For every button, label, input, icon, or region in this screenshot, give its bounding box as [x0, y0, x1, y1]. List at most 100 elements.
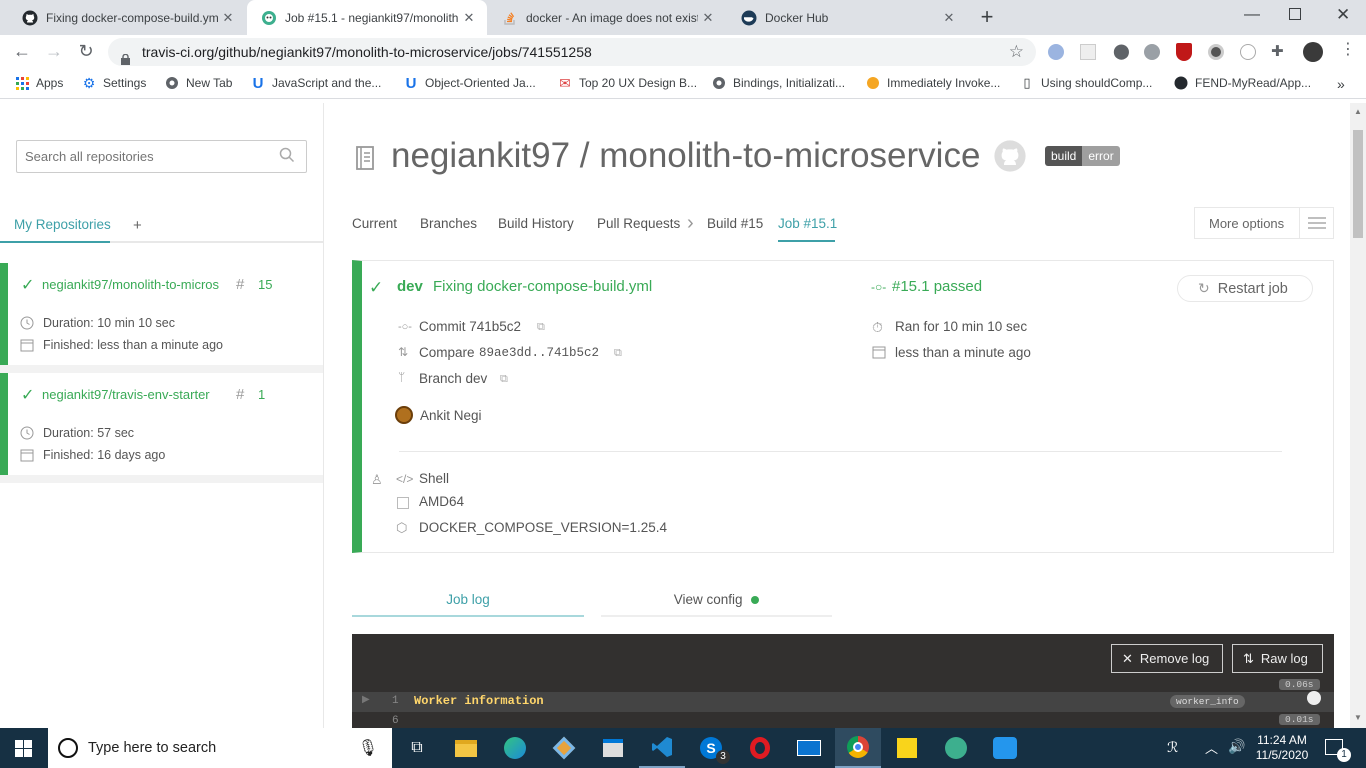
file-explorer-icon[interactable] — [443, 728, 489, 768]
opera-icon[interactable] — [737, 728, 783, 768]
extension-icon[interactable] — [1048, 44, 1064, 60]
external-link-icon[interactable]: ⧉ — [614, 347, 622, 360]
search-repositories-input[interactable] — [16, 140, 307, 173]
scroll-to-top-icon[interactable] — [1307, 691, 1321, 705]
repository-name[interactable]: negiankit97/travis-env-starter — [42, 387, 232, 402]
commit-link[interactable]: Commit 741b5c2 — [419, 319, 521, 334]
remove-log-button[interactable]: ✕ Remove log — [1111, 644, 1223, 673]
tab-my-repositories[interactable]: My Repositories — [14, 217, 111, 232]
browser-tab-stackoverflow[interactable]: docker - An image does not exist ✕ — [488, 0, 726, 35]
github-desktop-icon[interactable] — [933, 728, 979, 768]
url-bar[interactable]: travis-ci.org/github/negiankit97/monolit… — [108, 38, 1036, 66]
scroll-up-arrow-icon[interactable]: ▲ — [1354, 107, 1362, 116]
tab-view-config[interactable]: View config — [601, 589, 832, 617]
star-icon[interactable]: ☆ — [1009, 38, 1024, 66]
bookmark-ux[interactable]: ✉ Top 20 UX Design B... — [558, 75, 697, 91]
repository-card[interactable]: ✓ negiankit97/travis-env-starter # 1 Dur… — [0, 373, 323, 475]
repository-name[interactable]: negiankit97/monolith-to-micros — [42, 277, 232, 292]
back-button[interactable]: ← — [10, 41, 34, 62]
extension-icon[interactable] — [1080, 44, 1096, 60]
build-number[interactable]: 1 — [258, 387, 265, 402]
git-tool-icon[interactable] — [541, 728, 587, 768]
raw-log-button[interactable]: ⇅ Raw log — [1232, 644, 1323, 673]
windows-start-icon[interactable] — [0, 728, 46, 768]
sticky-notes-icon[interactable] — [884, 728, 930, 768]
edge-icon[interactable] — [492, 728, 538, 768]
repository-card[interactable]: ✓ negiankit97/monolith-to-micros # 15 Du… — [0, 263, 323, 365]
bookmark-oop[interactable]: U Object-Oriented Ja... — [404, 75, 536, 92]
scroll-down-arrow-icon[interactable]: ▼ — [1354, 713, 1362, 722]
branch-link[interactable]: Branch dev — [419, 371, 487, 386]
clock[interactable]: 11:24 AM 11/5/2020 — [1255, 733, 1309, 763]
more-bookmarks-icon[interactable]: » — [1337, 76, 1345, 92]
profile-avatar[interactable] — [1303, 42, 1323, 62]
action-center-icon[interactable]: 1 — [1325, 739, 1351, 762]
microphone-icon[interactable]: 🎙 — [358, 738, 378, 758]
close-window-button[interactable]: ✕ — [1336, 5, 1350, 25]
browser-tab-github[interactable]: Fixing docker-compose-build.ym ✕ — [8, 0, 246, 35]
forward-button[interactable]: → — [42, 41, 66, 62]
new-tab-button[interactable]: + — [975, 4, 999, 30]
search-icon[interactable] — [279, 147, 295, 168]
github-icon[interactable] — [994, 140, 1026, 177]
maximize-button[interactable] — [1289, 8, 1301, 20]
commit-message[interactable]: Fixing docker-compose-build.yml — [433, 278, 652, 295]
task-view-icon[interactable]: ⧉ — [394, 728, 440, 768]
bookmark-bindings[interactable]: Bindings, Initializati... — [712, 76, 845, 90]
minimize-button[interactable]: — — [1244, 6, 1260, 24]
mail-app-icon[interactable] — [786, 728, 832, 768]
restart-job-button[interactable]: ↻ Restart job — [1177, 275, 1313, 302]
tab-build-history[interactable]: Build History — [498, 216, 574, 231]
tab-current[interactable]: Current — [352, 216, 397, 231]
extension-icon[interactable] — [1208, 44, 1224, 60]
add-repository-button[interactable]: + — [133, 217, 142, 234]
browser-tab-travis[interactable]: Job #15.1 - negiankit97/monolith ✕ — [247, 0, 487, 35]
bookmark-shouldcomponent[interactable]: ▯ Using shouldComp... — [1020, 75, 1152, 90]
store-icon[interactable] — [590, 728, 636, 768]
extension-icon[interactable] — [1144, 44, 1160, 60]
bookmark-settings[interactable]: ⚙ Settings — [82, 75, 147, 91]
vscode-icon[interactable] — [639, 728, 685, 768]
reload-button[interactable]: ↻ — [74, 41, 98, 62]
browser-tab-dockerhub[interactable]: Docker Hub ✕ — [727, 0, 967, 35]
external-link-icon[interactable]: ⧉ — [500, 373, 508, 386]
close-icon[interactable]: ✕ — [218, 10, 238, 26]
page-scrollbar[interactable]: ▲ ▼ — [1350, 103, 1366, 728]
bookmark-new-tab[interactable]: New Tab — [165, 76, 232, 90]
build-number[interactable]: 15 — [258, 277, 272, 292]
expand-triangle-icon[interactable]: ▶ — [362, 694, 370, 705]
close-icon[interactable]: ✕ — [939, 10, 959, 26]
job-status[interactable]: #15.1 passed — [892, 278, 982, 295]
bookmark-iife[interactable]: Immediately Invoke... — [866, 76, 1000, 90]
close-icon[interactable]: ✕ — [459, 10, 479, 26]
log-line-1[interactable]: ▶ 1 Worker information worker_info 0.06s — [352, 679, 1334, 712]
bookmark-javascript[interactable]: U JavaScript and the... — [251, 75, 382, 92]
tab-job[interactable]: Job #15.1 — [778, 216, 837, 231]
menu-kebab-icon[interactable]: ⋮ — [1340, 42, 1356, 58]
bookmark-fend[interactable]: FEND-MyRead/App... — [1174, 76, 1311, 90]
mcafee-icon[interactable] — [1176, 43, 1192, 61]
puzzle-icon[interactable]: ✚ — [1271, 42, 1284, 60]
map-pin-icon[interactable]: ⬤ — [1113, 42, 1130, 60]
extension-icon[interactable] — [1240, 44, 1256, 60]
skype-icon[interactable]: S 3 — [688, 728, 734, 768]
tab-build[interactable]: Build #15 — [707, 216, 763, 231]
chrome-icon[interactable] — [835, 728, 881, 768]
external-link-icon[interactable]: ⧉ — [537, 321, 545, 334]
compare-range[interactable]: 89ae3dd..741b5c2 — [479, 346, 599, 360]
docker-desktop-icon[interactable] — [982, 728, 1028, 768]
more-options-button[interactable]: More options — [1194, 207, 1334, 239]
close-icon[interactable]: ✕ — [698, 10, 718, 26]
taskbar-search-box[interactable]: Type here to search 🎙 — [48, 728, 392, 768]
people-icon[interactable]: ℛ — [1167, 739, 1178, 756]
tab-job-log[interactable]: Job log — [352, 589, 584, 617]
chevron-up-icon[interactable]: ︿ — [1205, 738, 1218, 757]
scrollbar-thumb[interactable] — [1353, 130, 1363, 238]
tab-branches[interactable]: Branches — [420, 216, 477, 231]
build-status-badge[interactable]: build error — [1045, 146, 1120, 166]
bookmark-apps[interactable]: Apps — [15, 76, 63, 90]
speaker-icon[interactable]: 🔊 — [1228, 738, 1245, 755]
page-title[interactable]: negiankit97 / monolith-to-microservice — [391, 136, 980, 176]
tab-pull-requests[interactable]: Pull Requests — [597, 216, 680, 231]
branch-name[interactable]: dev — [397, 278, 423, 295]
